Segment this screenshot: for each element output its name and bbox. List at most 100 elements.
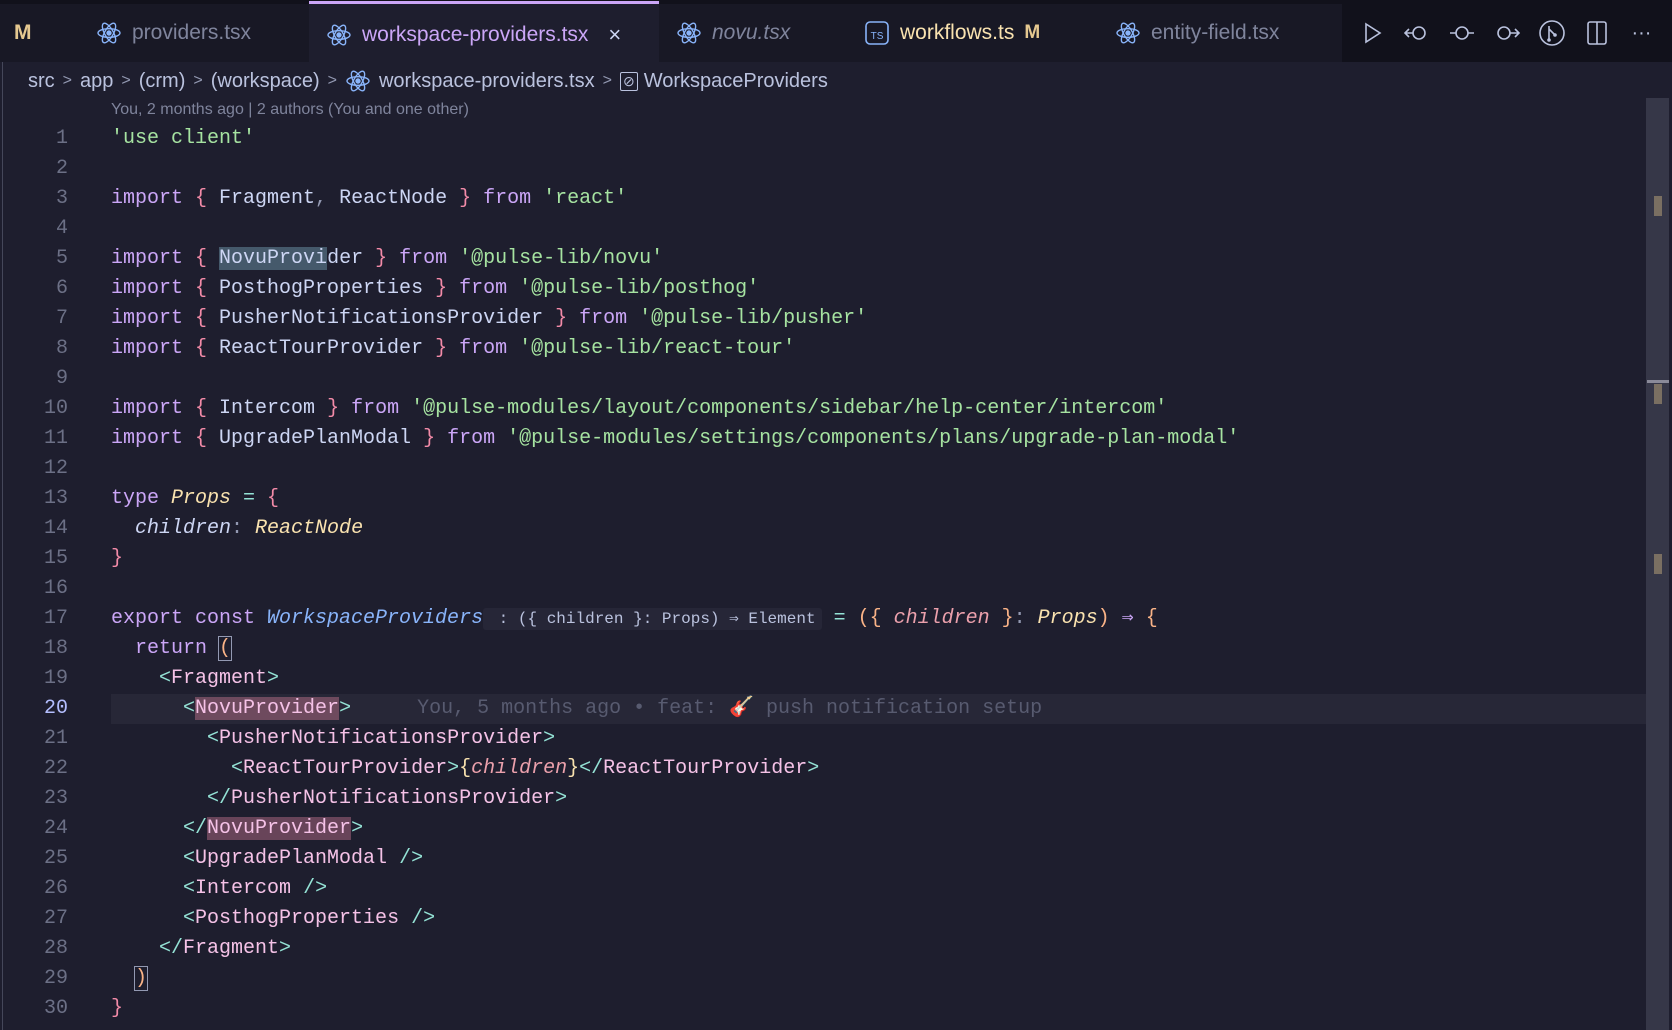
line-content[interactable]: export const WorkspaceProviders : ({ chi… [111, 604, 1646, 634]
code-line[interactable]: 15} [0, 544, 1646, 574]
close-icon[interactable]: × [608, 22, 621, 48]
code-line[interactable]: 27 <PosthogProperties /> [0, 904, 1646, 934]
code-line[interactable]: 21 <PusherNotificationsProvider> [0, 724, 1646, 754]
line-content[interactable] [111, 364, 1646, 394]
code-line[interactable]: 11 import { UpgradePlanModal } from '@pul… [0, 424, 1646, 454]
code-token: { [267, 487, 280, 510]
scrollbar[interactable] [1646, 98, 1669, 1030]
code-line[interactable]: 13 type Props = { [0, 484, 1646, 514]
line-content[interactable]: <PusherNotificationsProvider> [111, 724, 1646, 754]
code-token: /> [399, 847, 424, 870]
code-token: PusherNotificationsProvider [219, 727, 544, 750]
code-line[interactable]: 1 'use client' [0, 124, 1646, 154]
code-line[interactable]: 16 [0, 574, 1646, 604]
code-token: from [399, 247, 460, 270]
react-icon [326, 22, 352, 48]
line-content[interactable]: type Props = { [111, 484, 1646, 514]
breadcrumb-src[interactable]: src [28, 70, 55, 93]
line-content[interactable]: import { Intercom } from '@pulse-modules… [111, 394, 1646, 424]
code-line[interactable]: 10 import { Intercom } from '@pulse-modul… [0, 394, 1646, 424]
more-icon[interactable]: ··· [1627, 19, 1655, 47]
breadcrumb-file[interactable]: workspace-providers.tsx [379, 70, 595, 93]
code-token: } [111, 547, 124, 570]
code-line[interactable]: 28 </Fragment> [0, 934, 1646, 964]
code-line[interactable]: 25 <UpgradePlanModal /> [0, 844, 1646, 874]
code-line[interactable]: 14 children: ReactNode [0, 514, 1646, 544]
line-content[interactable] [111, 154, 1646, 184]
code-token: import [111, 397, 196, 420]
split-editor-icon[interactable] [1583, 19, 1611, 47]
line-content[interactable]: <PosthogProperties /> [111, 904, 1646, 934]
line-content[interactable] [111, 574, 1646, 604]
code-token: export const [111, 607, 268, 630]
tab-overflow-modified[interactable]: M [14, 4, 32, 62]
tab-workflows[interactable]: TS workflows.ts M [864, 4, 1040, 62]
line-content[interactable]: <UpgradePlanModal /> [111, 844, 1646, 874]
code-line[interactable]: 4 [0, 214, 1646, 244]
commit-icon[interactable] [1448, 19, 1476, 47]
line-content[interactable]: children: ReactNode [111, 514, 1646, 544]
line-content[interactable]: ) [111, 964, 1646, 994]
code-line[interactable]: 3 import { Fragment, ReactNode } from 're… [0, 184, 1646, 214]
go-back-icon[interactable] [1403, 19, 1431, 47]
line-content[interactable]: import { UpgradePlanModal } from '@pulse… [111, 424, 1646, 454]
code-editor[interactable]: 1'use client' 2 3 import { Fragment, ReactN… [0, 124, 1646, 1024]
code-line[interactable]: 29 ) [0, 964, 1646, 994]
source-control-icon[interactable] [1538, 19, 1566, 47]
line-content[interactable]: import { PusherNotificationsProvider } f… [111, 304, 1646, 334]
code-token: ) [1097, 607, 1110, 630]
code-line[interactable]: 12 [0, 454, 1646, 484]
code-token: < [183, 877, 196, 900]
run-icon[interactable] [1358, 19, 1386, 47]
tab-workspace-providers[interactable]: workspace-providers.tsx × [309, 1, 659, 66]
code-line[interactable]: 6 import { PosthogProperties } from '@pul… [0, 274, 1646, 304]
line-content[interactable]: import { NovuProvider } from '@pulse-lib… [111, 244, 1646, 274]
code-line[interactable]: 2 [0, 154, 1646, 184]
code-token: < [183, 847, 196, 870]
code-token: /> [303, 877, 328, 900]
code-line[interactable]: 20 <NovuProvider> You, 5 months ago • fea… [0, 694, 1646, 724]
line-number: 27 [43, 907, 68, 930]
line-content[interactable] [111, 454, 1646, 484]
typescript-icon: TS [864, 20, 890, 46]
code-line[interactable]: 18 return ( [0, 634, 1646, 664]
code-line[interactable]: 30} [0, 994, 1646, 1024]
line-content[interactable]: import { PosthogProperties } from '@puls… [111, 274, 1646, 304]
line-content[interactable]: return ( [111, 634, 1646, 664]
line-content[interactable]: import { ReactTourProvider } from '@puls… [111, 334, 1646, 364]
code-line[interactable]: 17 export const WorkspaceProviders : ({ c… [0, 604, 1646, 634]
react-icon [676, 20, 702, 46]
code-token: ReactNode [255, 517, 364, 540]
go-forward-icon[interactable] [1493, 19, 1521, 47]
code-line[interactable]: 9 [0, 364, 1646, 394]
blame-codelens[interactable]: You, 2 months ago | 2 authors (You and o… [111, 101, 469, 119]
code-line[interactable]: 8 import { ReactTourProvider } from '@pul… [0, 334, 1646, 364]
line-content[interactable]: <Intercom /> [111, 874, 1646, 904]
line-content[interactable] [111, 214, 1646, 244]
code-line[interactable]: 7 import { PusherNotificationsProvider } … [0, 304, 1646, 334]
code-line[interactable]: 22 <ReactTourProvider>{children}</ReactT… [0, 754, 1646, 784]
breadcrumb-workspace[interactable]: (workspace) [211, 70, 320, 93]
code-line[interactable]: 26 <Intercom /> [0, 874, 1646, 904]
line-content[interactable]: <Fragment> [111, 664, 1646, 694]
line-content[interactable]: </PusherNotificationsProvider> [111, 784, 1646, 814]
code-line[interactable]: 19 <Fragment> [0, 664, 1646, 694]
line-content[interactable]: </NovuProvider> [111, 814, 1646, 844]
line-content[interactable]: import { Fragment, ReactNode } from 'rea… [111, 184, 1646, 214]
line-content[interactable]: } [111, 544, 1646, 574]
line-content[interactable]: 'use client' [111, 124, 1646, 154]
breadcrumb-app[interactable]: app [80, 70, 113, 93]
line-content[interactable]: <ReactTourProvider>{children}</ReactTour… [111, 754, 1646, 784]
editor-actions: ··· [1342, 4, 1672, 62]
line-content[interactable]: <NovuProvider> You, 5 months ago • feat: … [111, 694, 1646, 724]
code-line[interactable]: 5 import { NovuProvider } from '@pulse-li… [0, 244, 1646, 274]
tab-entity-field[interactable]: entity-field.tsx [1115, 4, 1279, 62]
breadcrumb-symbol[interactable]: WorkspaceProviders [644, 70, 828, 93]
line-content[interactable]: </Fragment> [111, 934, 1646, 964]
code-line[interactable]: 24 </NovuProvider> [0, 814, 1646, 844]
breadcrumb-crm[interactable]: (crm) [139, 70, 186, 93]
line-content[interactable]: } [111, 994, 1646, 1024]
code-line[interactable]: 23 </PusherNotificationsProvider> [0, 784, 1646, 814]
tab-providers[interactable]: providers.tsx [96, 4, 251, 62]
tab-novu[interactable]: novu.tsx [676, 4, 790, 62]
